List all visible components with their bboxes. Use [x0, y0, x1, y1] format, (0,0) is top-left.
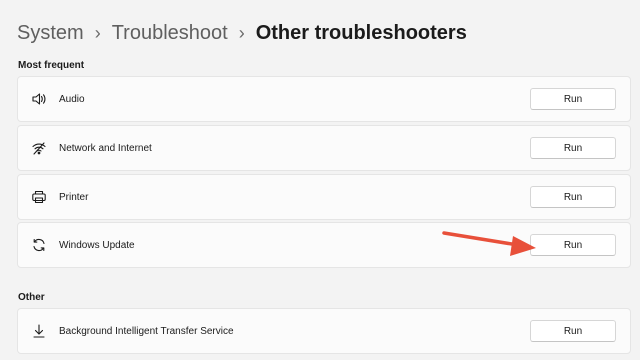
- run-bits-button[interactable]: Run: [530, 320, 616, 342]
- troubleshooter-audio: Audio Run: [17, 76, 631, 122]
- download-icon: [31, 323, 47, 339]
- run-printer-button[interactable]: Run: [530, 186, 616, 208]
- run-audio-button[interactable]: Run: [530, 88, 616, 110]
- section-title-other: Other: [18, 292, 45, 303]
- troubleshooter-label: Printer: [59, 191, 89, 203]
- section-title-most-frequent: Most frequent: [18, 60, 85, 71]
- chevron-right-icon: ›: [94, 23, 101, 43]
- troubleshooter-label: Audio: [59, 93, 85, 105]
- annotation-arrow-icon: [442, 231, 536, 256]
- troubleshooter-bits: Background Intelligent Transfer Service …: [17, 308, 631, 354]
- wifi-icon: [31, 140, 47, 156]
- breadcrumb: System › Troubleshoot › Other troublesho…: [17, 20, 467, 46]
- run-network-button[interactable]: Run: [530, 137, 616, 159]
- troubleshooter-network: Network and Internet Run: [17, 125, 631, 171]
- breadcrumb-troubleshoot[interactable]: Troubleshoot: [112, 20, 228, 46]
- speaker-icon: [31, 91, 47, 107]
- troubleshooter-label: Network and Internet: [59, 142, 152, 154]
- troubleshooter-label: Background Intelligent Transfer Service: [59, 325, 234, 337]
- chevron-right-icon: ›: [238, 23, 245, 43]
- troubleshooter-label: Windows Update: [59, 239, 135, 251]
- breadcrumb-system[interactable]: System: [17, 20, 84, 46]
- run-windows-update-button[interactable]: Run: [530, 234, 616, 256]
- printer-icon: [31, 189, 47, 205]
- troubleshooter-printer: Printer Run: [17, 174, 631, 220]
- refresh-icon: [31, 237, 47, 253]
- page-title: Other troubleshooters: [255, 22, 467, 44]
